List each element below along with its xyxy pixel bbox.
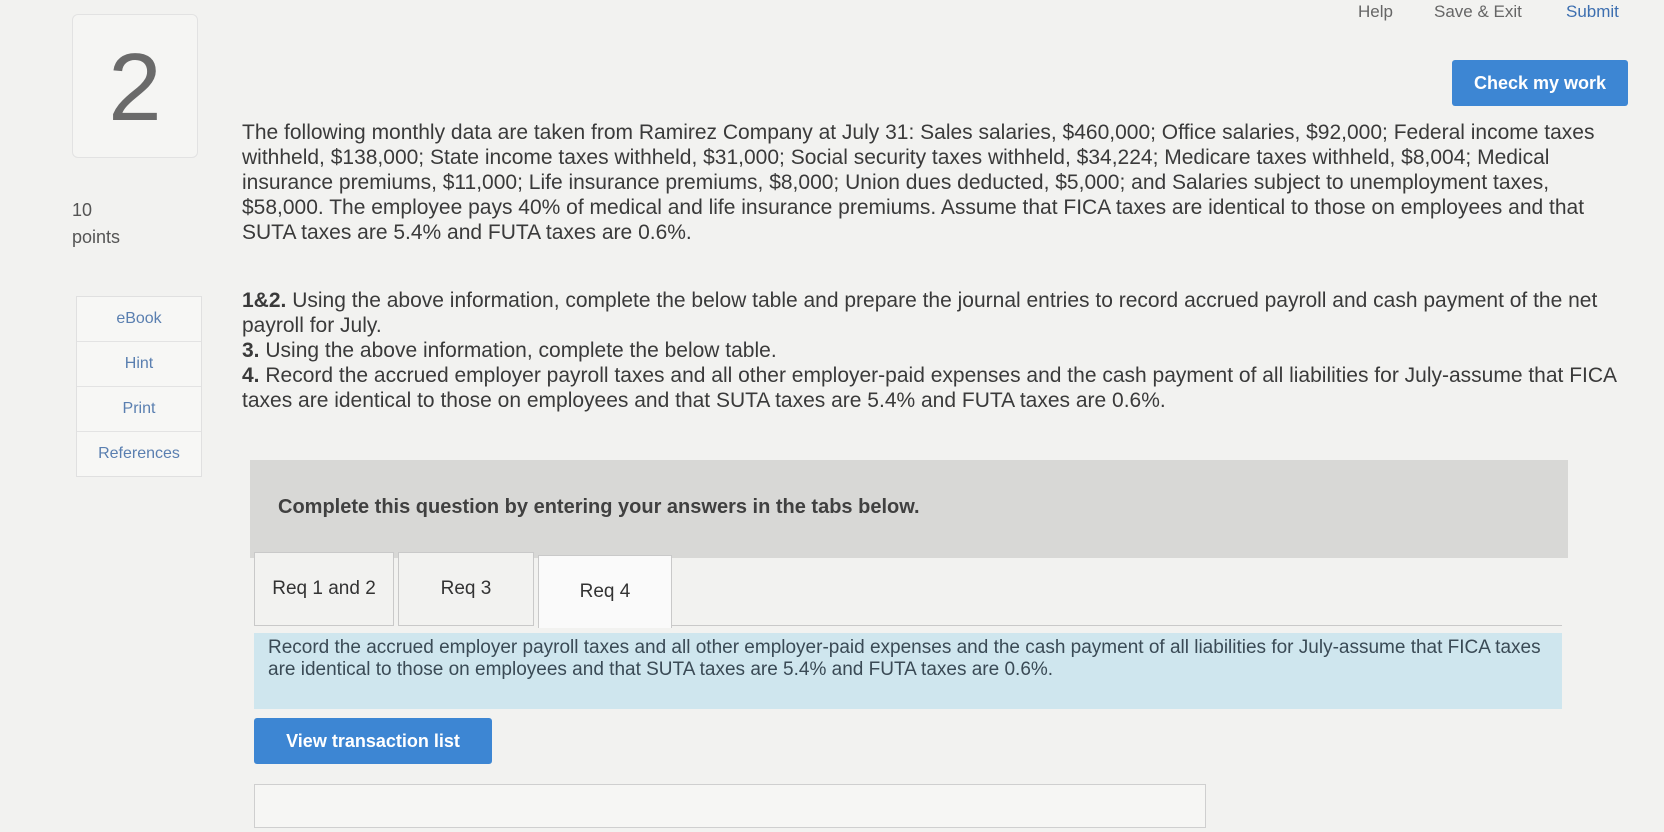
view-transaction-list-button[interactable]: View transaction list: [254, 718, 492, 764]
print-link[interactable]: Print: [77, 387, 201, 432]
problem-text: The following monthly data are taken fro…: [242, 121, 1595, 244]
hint-link[interactable]: Hint: [77, 342, 201, 387]
requirement-description: Record the accrued employer payroll taxe…: [254, 633, 1562, 709]
points-value: 10: [72, 200, 93, 220]
requirement-number: 3.: [242, 339, 260, 362]
points-label: points: [72, 227, 121, 247]
tab-req-1-and-2[interactable]: Req 1 and 2: [254, 552, 394, 626]
requirement-number: 4.: [242, 364, 260, 387]
requirement-text: Using the above information, complete th…: [242, 289, 1598, 337]
side-links-panel: eBook Hint Print References: [76, 296, 202, 477]
references-link[interactable]: References: [77, 432, 201, 476]
tab-divider: [672, 625, 1562, 626]
requirement-text: Using the above information, complete th…: [265, 339, 777, 362]
answer-area: [254, 784, 1206, 828]
tab-req-3[interactable]: Req 3: [398, 552, 534, 626]
question-number: 2: [108, 34, 162, 141]
help-link[interactable]: Help: [1358, 2, 1393, 22]
ebook-link[interactable]: eBook: [77, 297, 201, 342]
tab-req-4[interactable]: Req 4: [538, 555, 672, 628]
save-exit-link[interactable]: Save & Exit: [1434, 2, 1522, 22]
requirement-item: 1&2. Using the above information, comple…: [242, 288, 1622, 338]
requirement-number: 1&2.: [242, 289, 287, 312]
requirement-item: 3. Using the above information, complete…: [242, 338, 1622, 363]
question-number-box: 2: [72, 14, 198, 158]
requirement-item: 4. Record the accrued employer payroll t…: [242, 363, 1622, 413]
instruction-bar: Complete this question by entering your …: [250, 460, 1568, 558]
instruction-text: Complete this question by entering your …: [278, 496, 920, 518]
check-my-work-button[interactable]: Check my work: [1452, 60, 1628, 106]
requirement-text: Record the accrued employer payroll taxe…: [242, 364, 1616, 412]
submit-link[interactable]: Submit: [1566, 2, 1619, 22]
requirements-list: 1&2. Using the above information, comple…: [242, 288, 1622, 413]
